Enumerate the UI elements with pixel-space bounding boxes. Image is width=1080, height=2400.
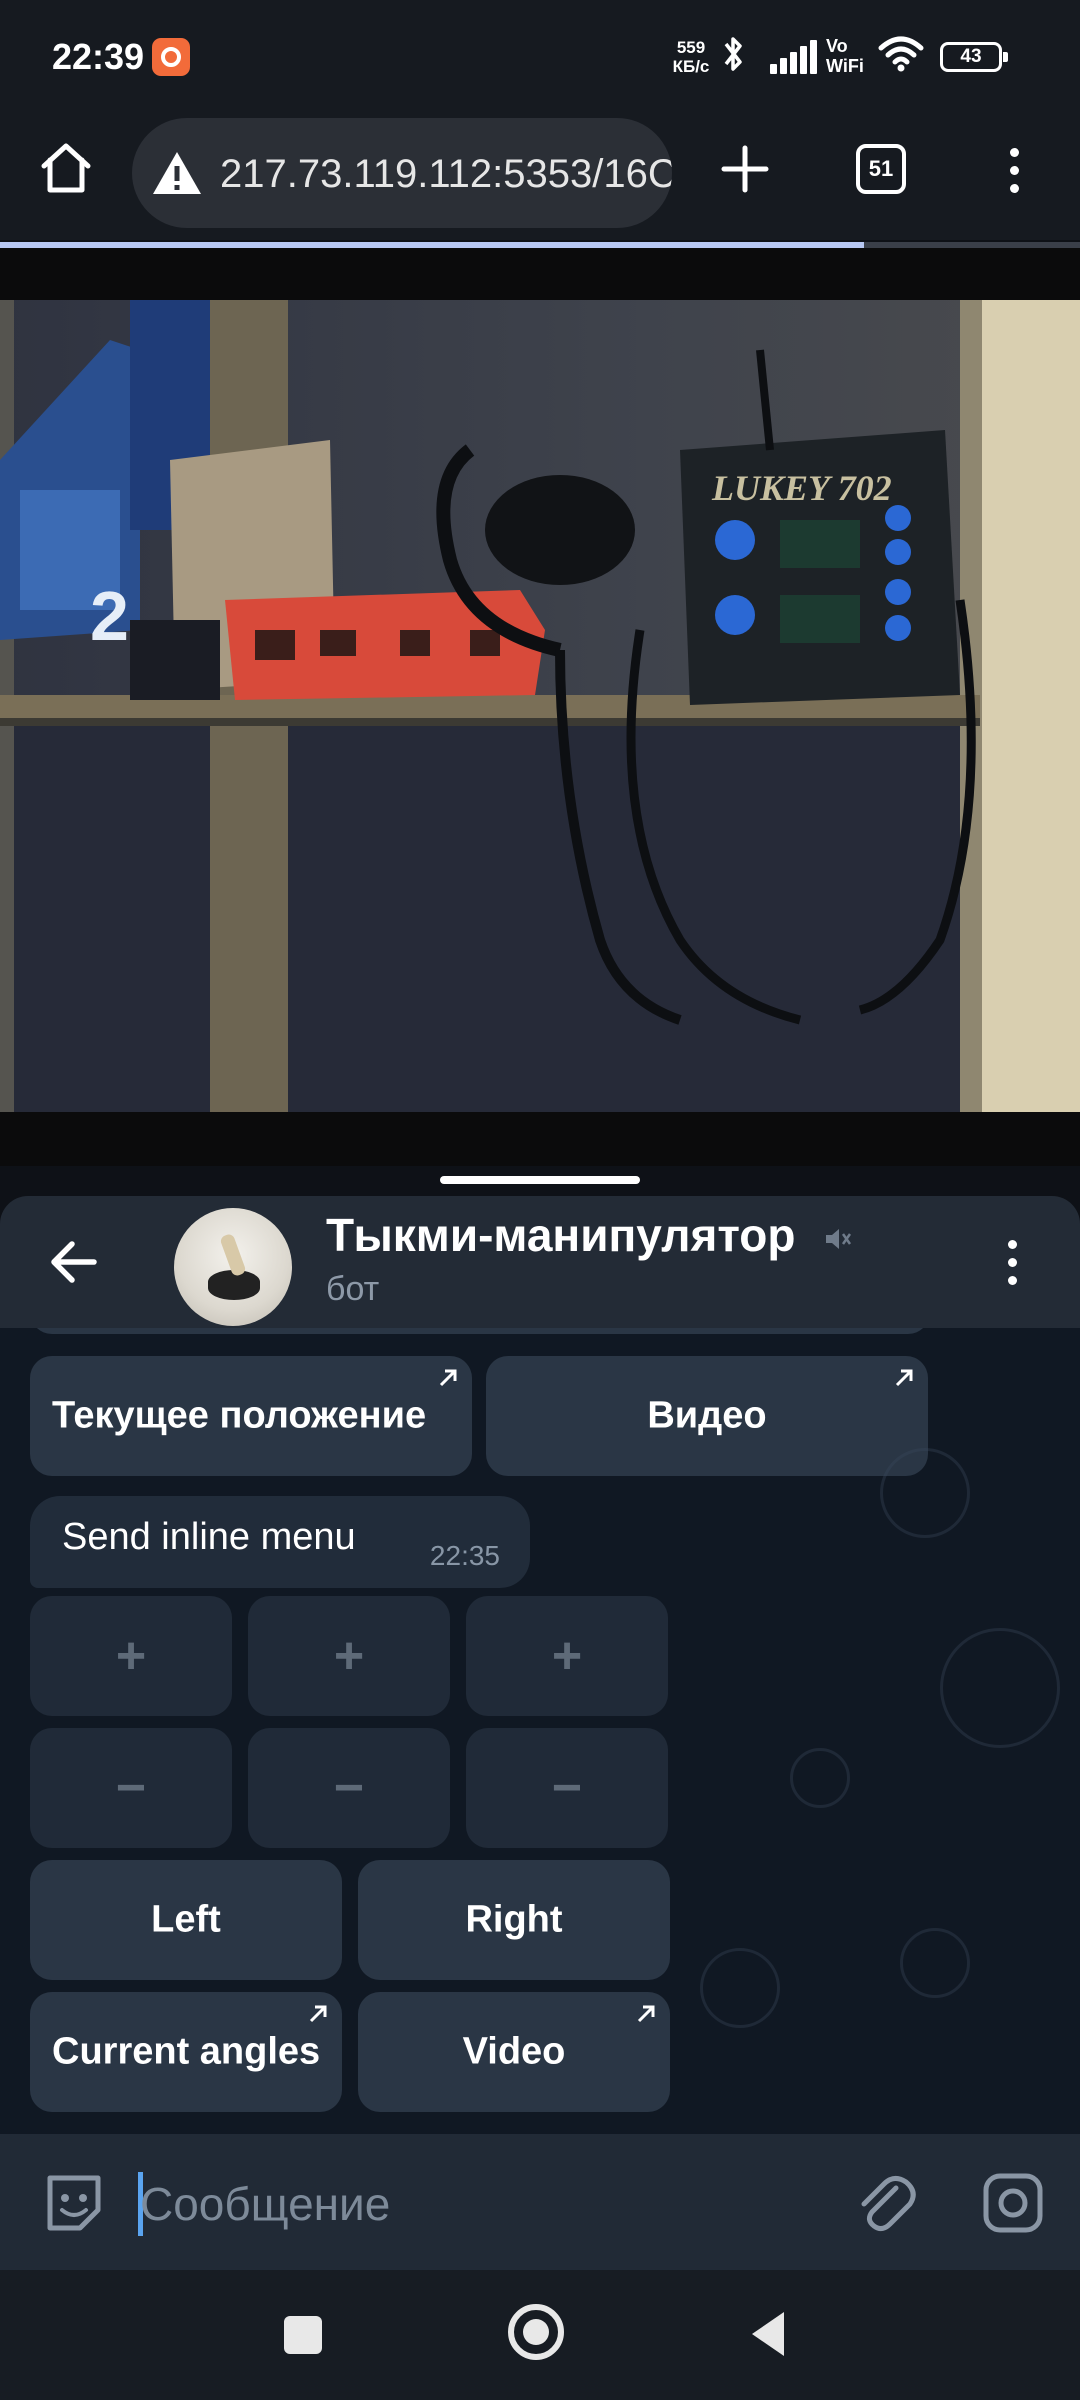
system-navigation-bar [0,2270,1080,2400]
tab-switcher-button[interactable]: 51 [856,144,906,194]
left-button[interactable]: Left [30,1860,342,1980]
home-icon[interactable] [34,136,98,200]
vowifi-indicator: Vo WiFi [826,36,864,76]
minus-label: − [551,1759,583,1817]
wifi-icon [878,36,924,72]
minus-button-1[interactable]: − [30,1728,232,1848]
network-speed: 559 КБ/с [668,38,714,76]
home-button[interactable] [508,2304,564,2360]
new-tab-icon[interactable] [718,142,772,196]
vowifi-top: Vo [826,36,848,56]
video-ru-label: Видео [647,1394,767,1437]
url-text[interactable]: 217.73.119.112:5353/16C [220,152,672,197]
minus-button-2[interactable]: − [248,1728,450,1848]
message-input-bar [0,2134,1080,2270]
vowifi-bottom: WiFi [826,56,864,76]
video-label: Video [462,2030,566,2073]
open-link-arrow-icon [439,1369,457,1387]
camera-video-stream[interactable]: 2 LUKEY 702 [0,300,1080,1112]
bluetooth-icon [722,34,746,83]
previous-message-edge [30,1328,930,1334]
recent-apps-button[interactable] [284,2316,322,2354]
back-arrow-icon[interactable] [44,1236,104,1288]
status-bar: 22:39 559 КБ/с Vo WiFi 43 [0,0,1080,112]
open-link-arrow-icon [637,2005,655,2023]
plus-button-2[interactable]: + [248,1596,450,1716]
plus-button-1[interactable]: + [30,1596,232,1716]
address-bar[interactable]: 217.73.119.112:5353/16C [132,118,672,228]
message-time: 22:35 [429,1540,500,1571]
background-doodle [940,1628,1060,1748]
message-bubble[interactable]: Send inline menu 22:35 [30,1496,530,1588]
minus-button-3[interactable]: − [466,1728,668,1848]
chat-messages-area[interactable]: Текущее положение Видео Send inline menu… [0,1328,1080,2134]
notification-app-icon [152,38,190,76]
plus-button-3[interactable]: + [466,1596,668,1716]
network-speed-unit: КБ/с [672,57,710,76]
chat-title[interactable]: Тыкми-манипулятор [326,1208,795,1262]
message-text: Send inline menu [62,1516,356,1558]
plus-label: + [115,1627,147,1685]
status-time: 22:39 [52,36,145,77]
svg-text:2: 2 [90,577,129,655]
minus-label: − [115,1759,147,1817]
chat-menu-icon[interactable] [994,1232,1030,1292]
attach-paperclip-icon[interactable] [852,2170,918,2236]
plus-label: + [333,1627,365,1685]
right-button[interactable]: Right [358,1860,670,1980]
video-stream-container: 2 LUKEY 702 [0,248,1080,1166]
current-position-button[interactable]: Текущее положение [30,1356,472,1476]
battery-indicator: 43 [940,42,1008,72]
left-label: Left [151,1898,221,1941]
current-angles-label: Current angles [52,2030,321,2073]
chat-subtitle: бот [326,1270,380,1308]
open-link-arrow-icon [309,2005,327,2023]
bot-avatar[interactable] [174,1208,292,1326]
network-speed-value: 559 [676,38,706,57]
browser-menu-icon[interactable] [996,142,1032,198]
message-input[interactable] [140,2164,780,2244]
back-button[interactable] [748,2310,788,2358]
open-link-arrow-icon [895,1369,913,1387]
minus-label: − [333,1759,365,1817]
right-label: Right [465,1898,563,1941]
split-screen-handle[interactable] [440,1176,640,1184]
svg-text:LUKEY 702: LUKEY 702 [711,468,892,508]
cellular-signal-icon [770,40,818,74]
sticker-emoji-icon[interactable] [40,2170,108,2238]
current-position-label: Текущее положение [52,1394,427,1437]
video-ru-button[interactable]: Видео [486,1356,928,1476]
current-angles-button[interactable]: Current angles [30,1992,342,2112]
camera-icon[interactable] [980,2170,1046,2236]
background-doodle [900,1928,970,1998]
muted-icon [822,1224,852,1254]
plus-label: + [551,1627,583,1685]
background-doodle [700,1948,780,2028]
browser-toolbar: 217.73.119.112:5353/16C 51 [0,112,1080,240]
video-button[interactable]: Video [358,1992,670,2112]
background-doodle [790,1748,850,1808]
warning-icon[interactable] [150,148,204,198]
chat-header: Тыкми-манипулятор бот [0,1196,1080,1328]
